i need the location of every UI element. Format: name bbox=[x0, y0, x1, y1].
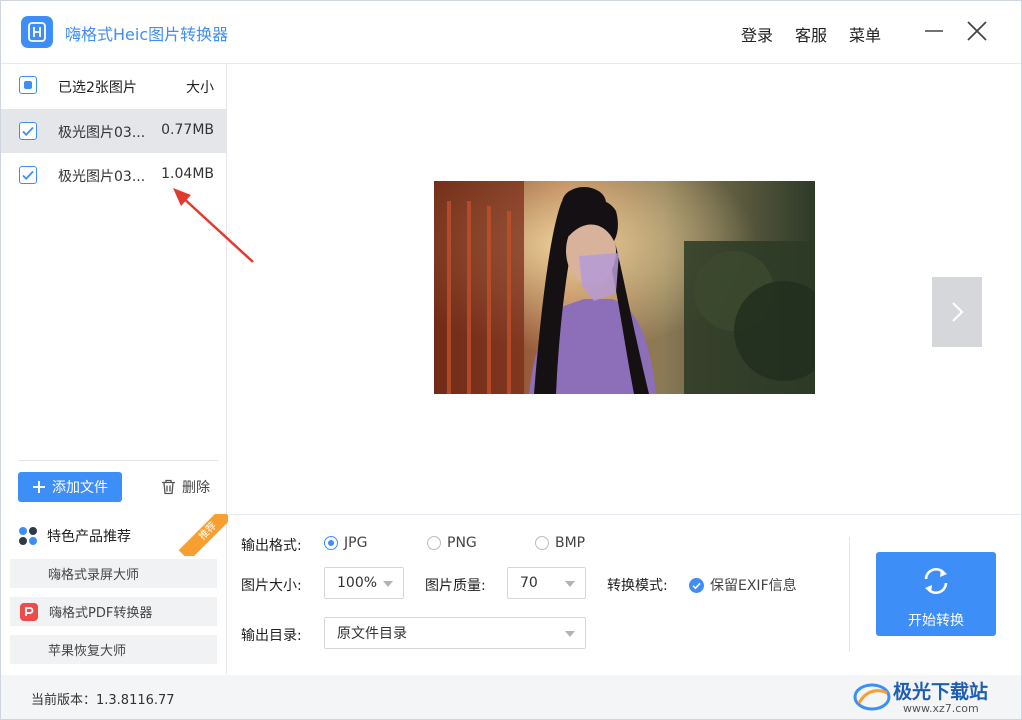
format-option-label: JPG bbox=[344, 535, 368, 551]
settings-divider bbox=[849, 537, 850, 652]
app-logo-icon bbox=[21, 16, 53, 48]
file-row[interactable]: 极光图片03... 0.77MB bbox=[1, 109, 226, 153]
app-window: 嗨格式Heic图片转换器 登录 客服 菜单 已选2张图片 大小 极光图片03..… bbox=[0, 0, 1022, 720]
site-watermark: 极光下载站 www.xz7.com bbox=[853, 675, 1013, 719]
version-label: 当前版本：1.3.8116.77 bbox=[31, 693, 175, 708]
keep-exif-label: 保留EXIF信息 bbox=[710, 578, 797, 594]
select-all-checkbox[interactable] bbox=[19, 76, 37, 94]
add-file-button[interactable]: 添加文件 bbox=[18, 472, 122, 502]
format-option-label: PNG bbox=[447, 535, 477, 551]
sidebar-divider bbox=[18, 460, 218, 461]
size-column-header: 大小 bbox=[186, 80, 214, 96]
file-size: 0.77MB bbox=[161, 122, 214, 138]
radio-unselected-icon bbox=[535, 536, 549, 550]
start-convert-button[interactable]: 开始转换 bbox=[876, 552, 996, 636]
recommend-badge-text: 推荐 bbox=[178, 514, 228, 556]
output-directory-value: 原文件目录 bbox=[337, 626, 407, 642]
checkmark-icon bbox=[22, 170, 34, 180]
minimize-icon bbox=[925, 30, 943, 32]
app-title: 嗨格式Heic图片转换器 bbox=[65, 25, 229, 44]
watermark-logo-icon bbox=[853, 683, 891, 711]
trash-icon bbox=[162, 479, 175, 495]
image-preview-area bbox=[227, 64, 1021, 513]
products-title-text: 特色产品推荐 bbox=[47, 529, 131, 545]
chevron-down-icon bbox=[383, 581, 393, 587]
image-size-value: 100% bbox=[337, 575, 378, 591]
chevron-right-icon bbox=[952, 302, 964, 322]
image-size-select[interactable]: 100% bbox=[324, 567, 404, 599]
check-circle-icon bbox=[689, 577, 704, 593]
product-item-pdf-converter[interactable]: 嗨格式PDF转换器 bbox=[10, 597, 217, 626]
file-name: 极光图片03... bbox=[58, 169, 146, 185]
start-convert-label: 开始转换 bbox=[908, 613, 964, 629]
plus-icon bbox=[33, 481, 45, 493]
status-bar: 当前版本：1.3.8116.77 极光下载站 www.xz7.com bbox=[1, 675, 1021, 719]
watermark-name: 极光下载站 bbox=[893, 681, 989, 703]
recommend-badge: 推荐 bbox=[178, 514, 228, 556]
file-checkbox[interactable] bbox=[19, 166, 37, 184]
featured-products-panel: 特色产品推荐 推荐 嗨格式录屏大师 嗨格式PDF转换器 苹果恢复大师 bbox=[1, 514, 228, 674]
delete-label: 删除 bbox=[182, 480, 210, 496]
chevron-down-icon bbox=[565, 631, 575, 637]
conversion-settings: 输出格式: JPG PNG BMP 图片大小: 100% 图片质量: 70 转换… bbox=[227, 514, 1021, 675]
file-checkbox[interactable] bbox=[19, 122, 37, 140]
format-radio-jpg[interactable]: JPG bbox=[324, 535, 367, 551]
file-list-header: 已选2张图片 大小 bbox=[1, 64, 226, 108]
radio-selected-icon bbox=[324, 536, 338, 550]
format-option-label: BMP bbox=[555, 535, 586, 551]
delete-button[interactable]: 删除 bbox=[161, 477, 210, 497]
pdf-app-icon bbox=[20, 602, 38, 621]
chevron-down-icon bbox=[565, 581, 575, 587]
close-button[interactable] bbox=[964, 18, 990, 44]
close-icon bbox=[967, 21, 987, 41]
apps-grid-icon bbox=[19, 527, 37, 545]
file-size: 1.04MB bbox=[161, 166, 214, 182]
products-title: 特色产品推荐 bbox=[18, 526, 131, 546]
login-link[interactable]: 登录 bbox=[741, 22, 773, 46]
format-radio-bmp[interactable]: BMP bbox=[535, 535, 585, 551]
image-quality-label: 图片质量: bbox=[425, 578, 486, 594]
file-name: 极光图片03... bbox=[58, 125, 146, 141]
image-quality-select[interactable]: 70 bbox=[507, 567, 586, 599]
format-radio-png[interactable]: PNG bbox=[427, 535, 477, 551]
title-bar: 嗨格式Heic图片转换器 登录 客服 菜单 bbox=[1, 1, 1021, 64]
output-directory-label: 输出目录: bbox=[241, 628, 302, 644]
watermark-url: www.xz7.com bbox=[903, 702, 979, 715]
refresh-icon bbox=[924, 567, 948, 595]
radio-unselected-icon bbox=[427, 536, 441, 550]
image-size-label: 图片大小: bbox=[241, 578, 302, 594]
add-file-label: 添加文件 bbox=[52, 480, 108, 496]
product-item-screen-recorder[interactable]: 嗨格式录屏大师 bbox=[10, 559, 217, 588]
customer-service-link[interactable]: 客服 bbox=[795, 22, 827, 46]
product-label: 苹果恢复大师 bbox=[48, 644, 127, 659]
product-item-apple-recovery[interactable]: 苹果恢复大师 bbox=[10, 635, 217, 664]
product-label: 嗨格式录屏大师 bbox=[48, 568, 140, 583]
minimize-button[interactable] bbox=[921, 18, 947, 44]
next-image-button[interactable] bbox=[932, 277, 982, 347]
keep-exif-checkbox[interactable]: 保留EXIF信息 bbox=[689, 575, 797, 595]
product-label: 嗨格式PDF转换器 bbox=[49, 606, 153, 621]
output-directory-select[interactable]: 原文件目录 bbox=[324, 617, 586, 649]
selected-count-label: 已选2张图片 bbox=[58, 80, 137, 96]
image-quality-value: 70 bbox=[520, 575, 538, 591]
checkmark-icon bbox=[22, 126, 34, 136]
output-format-label: 输出格式: bbox=[241, 538, 302, 554]
preview-image bbox=[434, 181, 815, 394]
conversion-mode-label: 转换模式: bbox=[607, 578, 668, 594]
menu-link[interactable]: 菜单 bbox=[849, 22, 881, 46]
